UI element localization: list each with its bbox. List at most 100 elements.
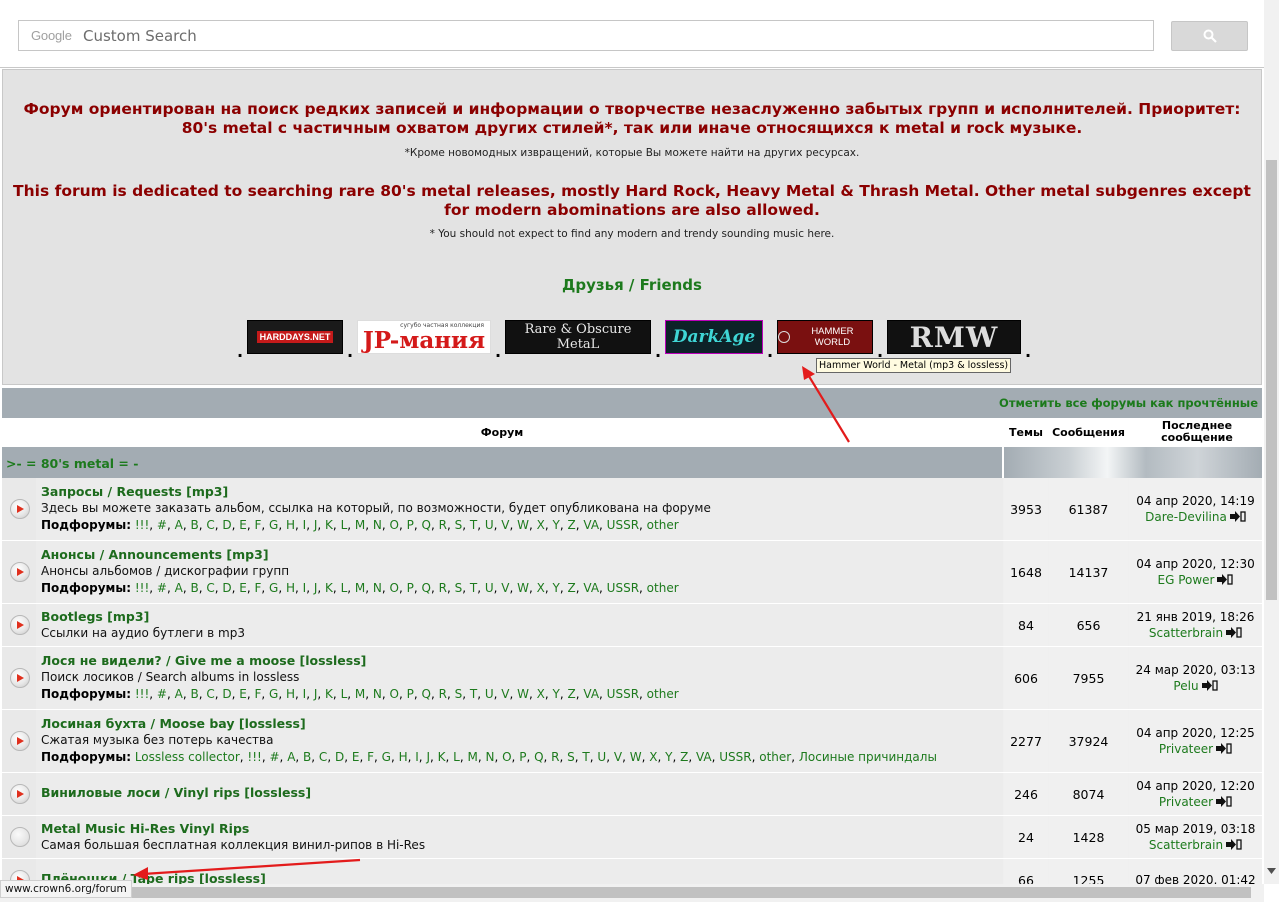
subforum-link[interactable]: H [286, 518, 295, 532]
subforum-link[interactable]: # [269, 750, 279, 764]
subforum-link[interactable]: VA [583, 518, 599, 532]
subforum-link[interactable]: Y [553, 687, 560, 701]
subforum-link[interactable]: O [390, 581, 399, 595]
last-post-user-link[interactable]: EG Power [1158, 573, 1215, 587]
subforum-link[interactable]: G [269, 687, 278, 701]
subforum-link[interactable]: !!! [135, 687, 149, 701]
subforum-link[interactable]: L [341, 581, 348, 595]
subforum-link[interactable]: other [647, 687, 679, 701]
subforum-link[interactable]: W [630, 750, 642, 764]
subforum-link[interactable]: D [222, 518, 231, 532]
subforum-link[interactable]: T [470, 581, 477, 595]
subforum-link[interactable]: U [485, 687, 494, 701]
subforum-link[interactable]: Y [665, 750, 672, 764]
subforum-link[interactable]: USSR [607, 581, 639, 595]
forum-title-link[interactable]: Bootlegs [mp3] [41, 608, 1003, 625]
subforum-link[interactable]: H [286, 687, 295, 701]
subforum-link[interactable]: X [649, 750, 657, 764]
subforum-link[interactable]: J [314, 518, 318, 532]
subforum-link[interactable]: F [255, 518, 262, 532]
subforum-link[interactable]: D [222, 687, 231, 701]
subforum-link[interactable]: O [390, 518, 399, 532]
subforum-link[interactable]: C [319, 750, 327, 764]
subforum-link[interactable]: F [255, 581, 262, 595]
subforum-link[interactable]: M [467, 750, 477, 764]
subforum-link[interactable]: I [303, 581, 307, 595]
banner-harddays[interactable]: HARDDAYS.NET [247, 320, 343, 354]
subforum-link[interactable]: VA [583, 581, 599, 595]
subforum-link[interactable]: M [355, 581, 365, 595]
subforum-link[interactable]: Z [568, 581, 576, 595]
subforum-link[interactable]: G [269, 581, 278, 595]
go-to-last-post-icon[interactable] [1201, 679, 1218, 695]
subforum-link[interactable]: M [355, 518, 365, 532]
go-to-last-post-icon[interactable] [1226, 626, 1242, 642]
subforum-link[interactable]: Z [680, 750, 688, 764]
subforum-link[interactable]: N [485, 750, 494, 764]
subforum-link[interactable]: B [190, 518, 198, 532]
subforum-link[interactable]: D [222, 581, 231, 595]
subforum-link[interactable]: other [647, 581, 679, 595]
subforum-link[interactable]: O [502, 750, 511, 764]
subforum-link[interactable]: T [470, 518, 477, 532]
go-to-last-post-icon[interactable] [1216, 795, 1232, 811]
subforum-link[interactable]: R [439, 518, 447, 532]
subforum-link[interactable]: Q [422, 518, 431, 532]
subforum-link[interactable]: U [485, 518, 494, 532]
last-post-user-link[interactable]: Privateer [1159, 795, 1213, 809]
subforum-link[interactable]: R [439, 687, 447, 701]
vertical-scrollbar[interactable] [1264, 0, 1279, 884]
subforum-link[interactable]: X [537, 687, 545, 701]
scroll-down-icon[interactable] [1267, 868, 1276, 876]
subforum-link[interactable]: R [551, 750, 559, 764]
go-to-last-post-icon[interactable] [1216, 742, 1232, 758]
subforum-link[interactable]: S [455, 687, 463, 701]
search-button[interactable] [1171, 21, 1248, 51]
subforum-link[interactable]: Y [553, 518, 560, 532]
subforum-link[interactable]: USSR [719, 750, 751, 764]
subforum-link[interactable]: W [517, 581, 529, 595]
subforum-link[interactable]: B [303, 750, 311, 764]
subforum-link[interactable]: E [352, 750, 360, 764]
subforum-link[interactable]: Q [422, 581, 431, 595]
subforum-link[interactable]: X [537, 581, 545, 595]
subforum-link[interactable]: I [415, 750, 419, 764]
subforum-link[interactable]: U [485, 581, 494, 595]
subforum-link[interactable]: K [325, 687, 333, 701]
subforum-link[interactable]: Z [568, 687, 576, 701]
banner-hammer-world[interactable]: HAMMER WORLD [777, 320, 873, 354]
subforum-link[interactable]: P [519, 750, 526, 764]
subforum-link[interactable]: P [407, 581, 414, 595]
subforum-link[interactable]: Y [553, 581, 560, 595]
subforum-link[interactable]: V [501, 581, 509, 595]
last-post-user-link[interactable]: Privateer [1159, 742, 1213, 756]
subforum-link[interactable]: !!! [135, 581, 149, 595]
subforum-link[interactable]: Q [534, 750, 543, 764]
subforum-link[interactable]: A [175, 518, 183, 532]
category-title[interactable]: >- = 80's metal = - [2, 447, 1002, 478]
forum-title-link[interactable]: Metal Music Hi-Res Vinyl Rips [41, 820, 1003, 837]
subforum-link[interactable]: M [355, 687, 365, 701]
go-to-last-post-icon[interactable] [1217, 573, 1234, 589]
subforum-link[interactable]: W [517, 518, 529, 532]
subforum-link[interactable]: USSR [607, 687, 639, 701]
subforum-link[interactable]: Lossless collector [135, 750, 240, 764]
subforum-link[interactable]: N [373, 581, 382, 595]
subforum-link[interactable]: S [567, 750, 575, 764]
subforum-link[interactable]: G [269, 518, 278, 532]
subforum-link[interactable]: W [517, 687, 529, 701]
subforum-link[interactable]: other [647, 518, 679, 532]
last-post-user-link[interactable]: Dare-Devilina [1145, 510, 1227, 524]
last-post-user-link[interactable]: Pelu [1173, 679, 1198, 693]
subforum-link[interactable]: V [614, 750, 622, 764]
subforum-link[interactable]: T [470, 687, 477, 701]
subforum-link[interactable]: U [597, 750, 606, 764]
subforum-link[interactable]: K [438, 750, 446, 764]
last-post-user-link[interactable]: Scatterbrain [1149, 838, 1223, 852]
subforum-link[interactable]: F [367, 750, 374, 764]
forum-title-link[interactable]: Лосиная бухта / Moose bay [lossless] [41, 715, 1003, 732]
subforum-link[interactable]: J [314, 581, 318, 595]
subforum-link[interactable]: Q [422, 687, 431, 701]
subforum-link[interactable]: L [341, 518, 348, 532]
subforum-link[interactable]: E [239, 687, 247, 701]
